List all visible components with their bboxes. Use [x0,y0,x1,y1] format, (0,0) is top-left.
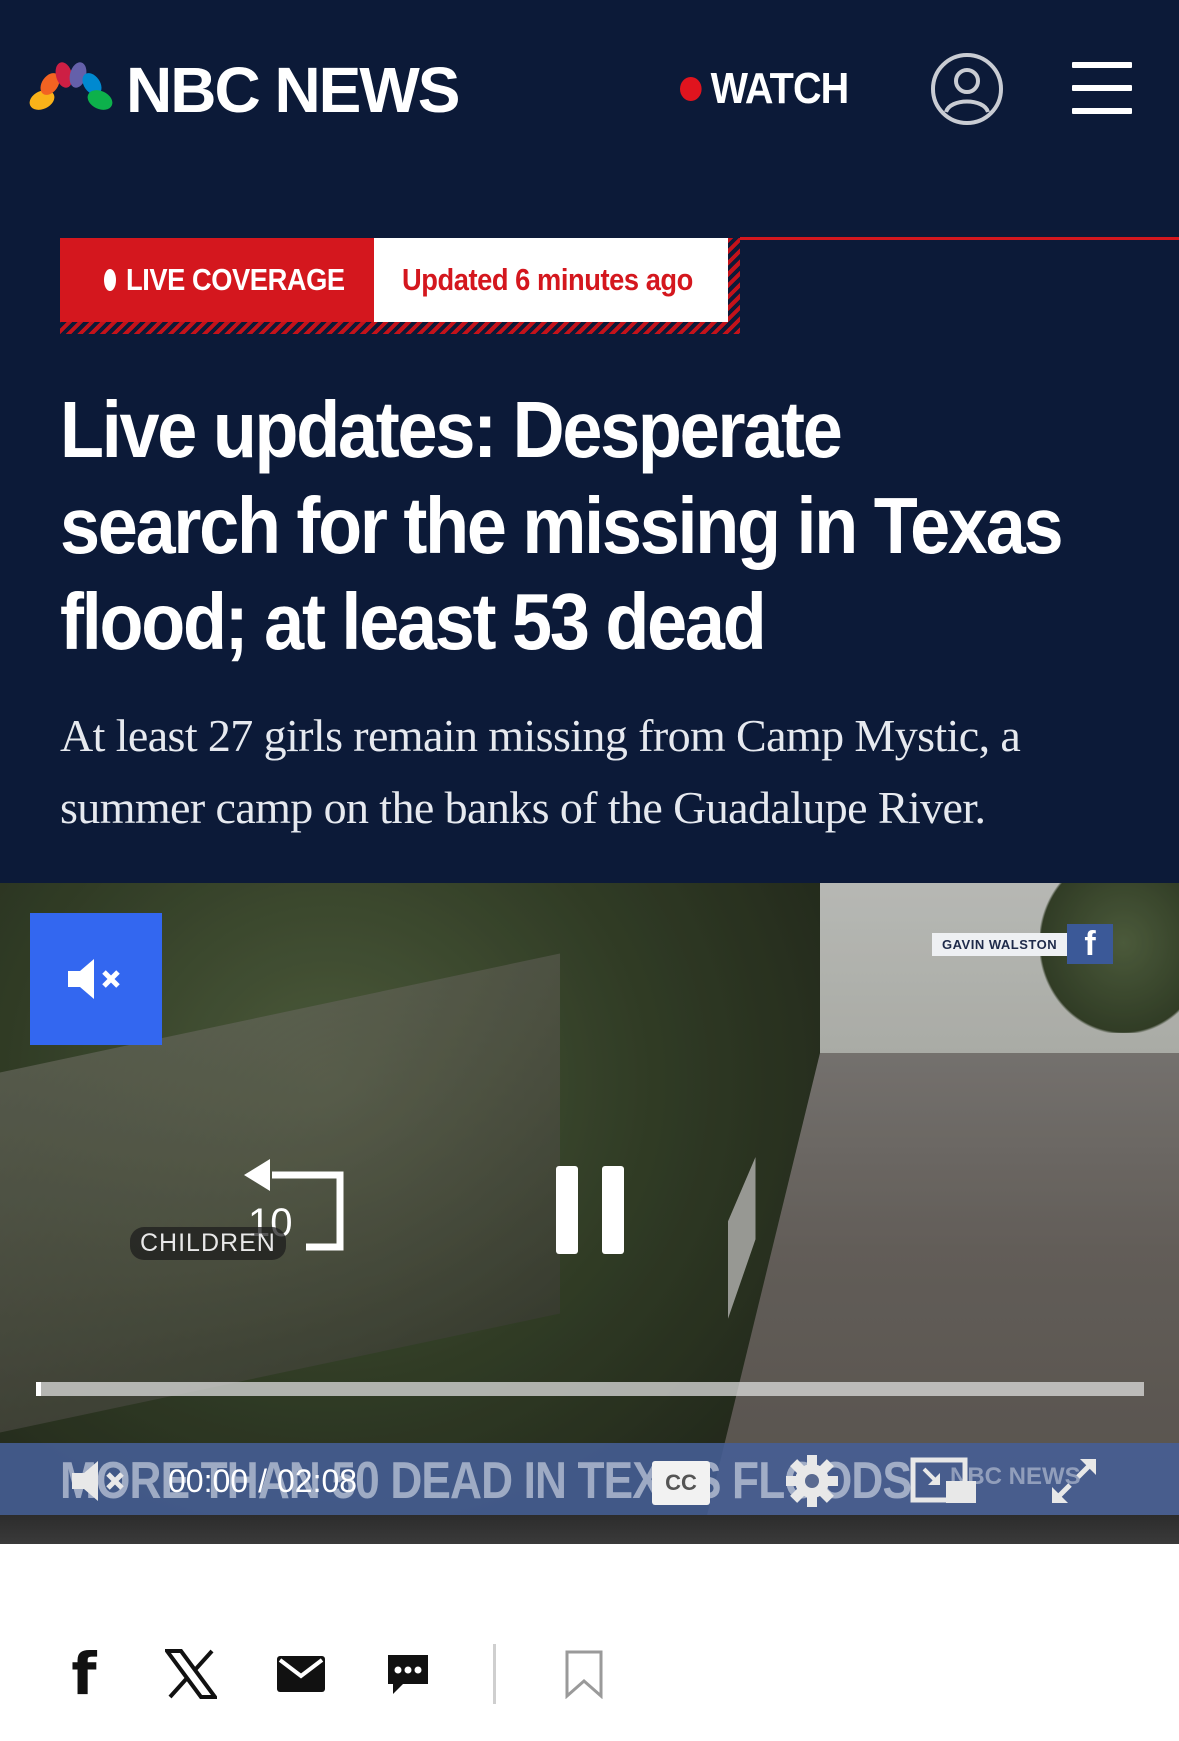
comments-icon[interactable] [384,1644,432,1704]
gear-icon [786,1455,838,1507]
peacock-icon [29,62,113,116]
share-divider [493,1644,496,1704]
pause-bar [602,1166,624,1254]
pause-bar [556,1166,578,1254]
live-dot-icon [104,269,116,291]
cc-label: CC [665,1470,697,1495]
share-bar: f [0,1544,1179,1741]
volume-button[interactable] [70,1451,134,1511]
credit-label: GAVIN WALSTON [932,932,1068,956]
bookmark-button[interactable] [564,1644,604,1704]
duration: 02:08 [276,1462,358,1499]
email-share-icon[interactable] [275,1644,327,1704]
progress-played [36,1382,41,1396]
headline-line: search for the missing in Texas [60,481,1064,570]
facebook-glyph: f [71,1640,97,1708]
watch-label: WATCH [710,64,850,113]
live-dot-icon [680,77,702,101]
current-time: 00:00 [168,1462,249,1499]
bookmark-icon [565,1650,603,1699]
updated-timestamp: Updated 6 minutes ago [374,238,728,322]
muted-speaker-icon [72,1461,124,1501]
headline-line: flood; at least 53 dead [60,577,767,666]
live-rule [740,237,1179,240]
video-progress-bar[interactable] [36,1382,1144,1396]
video-credit: GAVIN WALSTON f [932,924,1114,964]
article-hero: NBC NEWS WATCH LIVE COVERAGE Updated 6 m… [0,0,1179,883]
comment-icon [388,1655,428,1694]
updated-label: Updated 6 minutes ago [402,262,693,297]
top-navigation: NBC NEWS WATCH [0,0,1179,180]
headline-line: Live updates: Desperate [60,385,843,474]
live-coverage-badge: LIVE COVERAGE [60,238,374,322]
picture-in-picture-button[interactable] [910,1451,980,1511]
x-icon [165,1649,217,1699]
x-share-icon[interactable] [164,1644,218,1704]
fullscreen-button[interactable] [1050,1451,1100,1511]
mail-icon [277,1656,325,1692]
menu-bar [1072,85,1132,91]
menu-bar [1072,108,1132,114]
watch-live-button[interactable]: WATCH [680,64,850,114]
video-bottom-strip [0,1515,1179,1544]
facebook-icon: f [1067,924,1114,964]
hamburger-menu-icon[interactable] [1072,62,1132,114]
live-coverage-banner: LIVE COVERAGE Updated 6 minutes ago [60,238,740,334]
menu-bar [1072,62,1132,68]
brand-wordmark: NBC NEWS [126,54,460,126]
facebook-share-icon[interactable]: f [62,1640,106,1708]
settings-button[interactable] [785,1451,841,1511]
nbc-news-logo[interactable]: NBC NEWS [28,54,460,126]
live-coverage-label: LIVE COVERAGE [125,262,345,297]
caption-tag: CHILDREN [130,1227,286,1260]
page-title: Live updates: Desperate search for the m… [60,382,1140,670]
video-player[interactable]: GAVIN WALSTON f 10 CHILDREN MORE THAN 50… [0,883,1179,1544]
video-time: 00:00 / 02:08 [168,1451,367,1511]
account-icon[interactable] [930,52,1004,126]
unmute-button[interactable] [30,913,162,1045]
closed-captions-button[interactable]: CC [652,1461,710,1505]
fullscreen-icon [1052,1459,1096,1503]
picture-in-picture-icon [910,1457,976,1503]
pause-button[interactable] [556,1166,624,1254]
article-dek: At least 27 girls remain missing from Ca… [60,710,1021,833]
muted-speaker-icon [68,959,120,999]
time-separator: / [258,1462,267,1499]
